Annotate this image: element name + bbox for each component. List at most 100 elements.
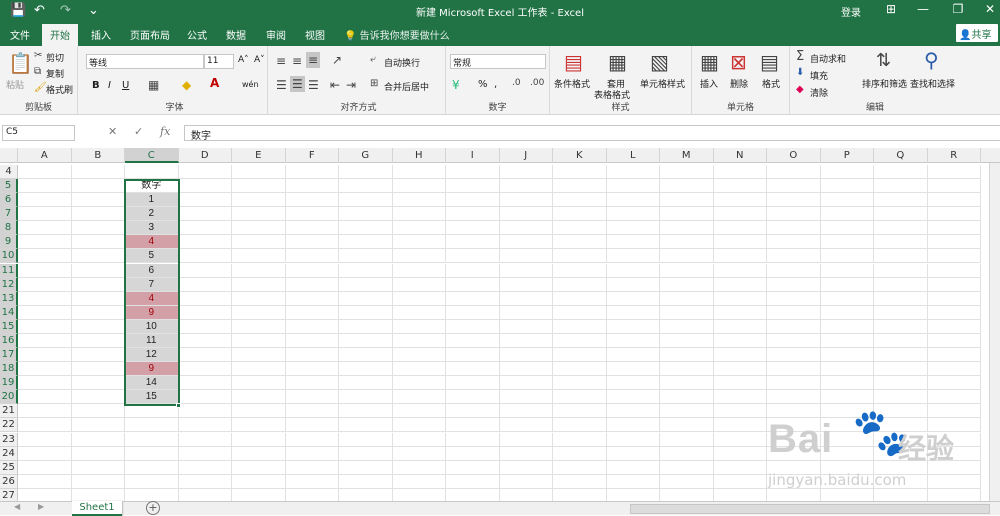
cell[interactable] — [820, 390, 874, 405]
cell[interactable] — [606, 390, 660, 405]
cell[interactable] — [125, 446, 179, 461]
cell[interactable] — [71, 179, 125, 194]
cell[interactable] — [713, 446, 767, 461]
cell[interactable] — [606, 207, 660, 222]
cell[interactable] — [553, 390, 607, 405]
restore-button[interactable]: ❐ — [946, 2, 970, 16]
cell[interactable] — [232, 207, 286, 222]
cell[interactable] — [285, 362, 339, 377]
cell[interactable] — [660, 221, 714, 236]
tab-review[interactable]: 审阅 — [266, 27, 286, 42]
cell[interactable] — [606, 446, 660, 461]
next-sheet-icon[interactable]: ▶ — [38, 502, 44, 511]
cell[interactable] — [392, 376, 446, 391]
cell[interactable] — [285, 319, 339, 334]
cell[interactable] — [499, 319, 553, 334]
cell[interactable] — [927, 376, 981, 391]
cell[interactable] — [553, 193, 607, 208]
cell[interactable] — [71, 235, 125, 250]
cell[interactable] — [71, 432, 125, 447]
cell[interactable] — [18, 348, 72, 363]
cell[interactable] — [392, 291, 446, 306]
cell[interactable] — [446, 235, 500, 250]
cell[interactable] — [553, 376, 607, 391]
cell[interactable] — [820, 305, 874, 320]
merge-center-button[interactable]: 合并后居中 — [384, 80, 429, 93]
tell-me-search[interactable]: 💡 告诉我你想要做什么 — [344, 27, 450, 42]
cell[interactable] — [874, 179, 928, 194]
cell[interactable] — [18, 432, 72, 447]
cell[interactable] — [339, 362, 393, 377]
align-middle-icon[interactable]: ≡ — [292, 54, 302, 68]
cell[interactable] — [392, 418, 446, 433]
cell[interactable] — [446, 291, 500, 306]
cell[interactable] — [713, 165, 767, 179]
cell[interactable] — [285, 235, 339, 250]
cell[interactable] — [18, 165, 72, 179]
cell[interactable] — [820, 165, 874, 179]
share-button[interactable]: 👤共享 — [956, 24, 998, 42]
cell[interactable] — [285, 179, 339, 194]
row-header-23[interactable]: 23 — [0, 432, 18, 447]
align-left-icon[interactable]: ☰ — [276, 78, 287, 92]
cell[interactable] — [18, 221, 72, 236]
cell[interactable] — [553, 221, 607, 236]
cell-c20[interactable]: 15 — [125, 390, 179, 405]
enter-icon[interactable]: ✓ — [134, 125, 143, 138]
cell[interactable] — [71, 305, 125, 320]
cell-styles-button[interactable]: 单元格样式 — [640, 77, 685, 90]
cell[interactable] — [927, 348, 981, 363]
row-header-17[interactable]: 17 — [0, 348, 18, 363]
cell[interactable] — [606, 235, 660, 250]
row-header-21[interactable]: 21 — [0, 404, 18, 419]
cell[interactable] — [125, 474, 179, 489]
cell[interactable] — [232, 488, 286, 501]
cell[interactable] — [178, 333, 232, 348]
cell[interactable] — [606, 221, 660, 236]
cell[interactable] — [285, 390, 339, 405]
cell-c10[interactable]: 5 — [125, 249, 179, 264]
cell[interactable] — [446, 348, 500, 363]
cell[interactable] — [606, 277, 660, 292]
cell[interactable] — [606, 460, 660, 475]
cell[interactable] — [660, 179, 714, 194]
borders-icon[interactable]: ▦ — [148, 78, 159, 92]
cell[interactable] — [178, 305, 232, 320]
cell[interactable] — [660, 432, 714, 447]
cell[interactable] — [874, 390, 928, 405]
cell[interactable] — [339, 418, 393, 433]
cell[interactable] — [285, 376, 339, 391]
cell[interactable] — [820, 291, 874, 306]
decrease-indent-icon[interactable]: ⇤ — [330, 78, 340, 92]
column-header-d[interactable]: D — [179, 148, 232, 163]
cell[interactable] — [339, 263, 393, 278]
cell[interactable] — [499, 249, 553, 264]
cell[interactable] — [499, 432, 553, 447]
row-header-26[interactable]: 26 — [0, 474, 18, 489]
cell[interactable] — [767, 319, 821, 334]
sort-filter-button[interactable]: 排序和筛选 — [862, 77, 907, 90]
cell[interactable] — [392, 319, 446, 334]
fill-handle[interactable] — [176, 403, 181, 408]
cell[interactable] — [820, 333, 874, 348]
bold-button[interactable]: B — [92, 80, 100, 91]
cell[interactable] — [232, 263, 286, 278]
cell[interactable] — [178, 249, 232, 264]
cell[interactable] — [660, 474, 714, 489]
cell[interactable] — [713, 193, 767, 208]
cell[interactable] — [392, 277, 446, 292]
cell-c13[interactable]: 4 — [125, 291, 179, 306]
cell[interactable] — [285, 333, 339, 348]
cell[interactable] — [820, 249, 874, 264]
cell[interactable] — [71, 376, 125, 391]
cell[interactable] — [339, 432, 393, 447]
column-header-l[interactable]: L — [607, 148, 660, 163]
cell[interactable] — [927, 263, 981, 278]
cell-c15[interactable]: 10 — [125, 319, 179, 334]
row-header-14[interactable]: 14 — [0, 305, 18, 320]
cell[interactable] — [18, 376, 72, 391]
cell[interactable] — [927, 235, 981, 250]
cell[interactable] — [606, 376, 660, 391]
cell[interactable] — [713, 474, 767, 489]
cell[interactable] — [606, 193, 660, 208]
